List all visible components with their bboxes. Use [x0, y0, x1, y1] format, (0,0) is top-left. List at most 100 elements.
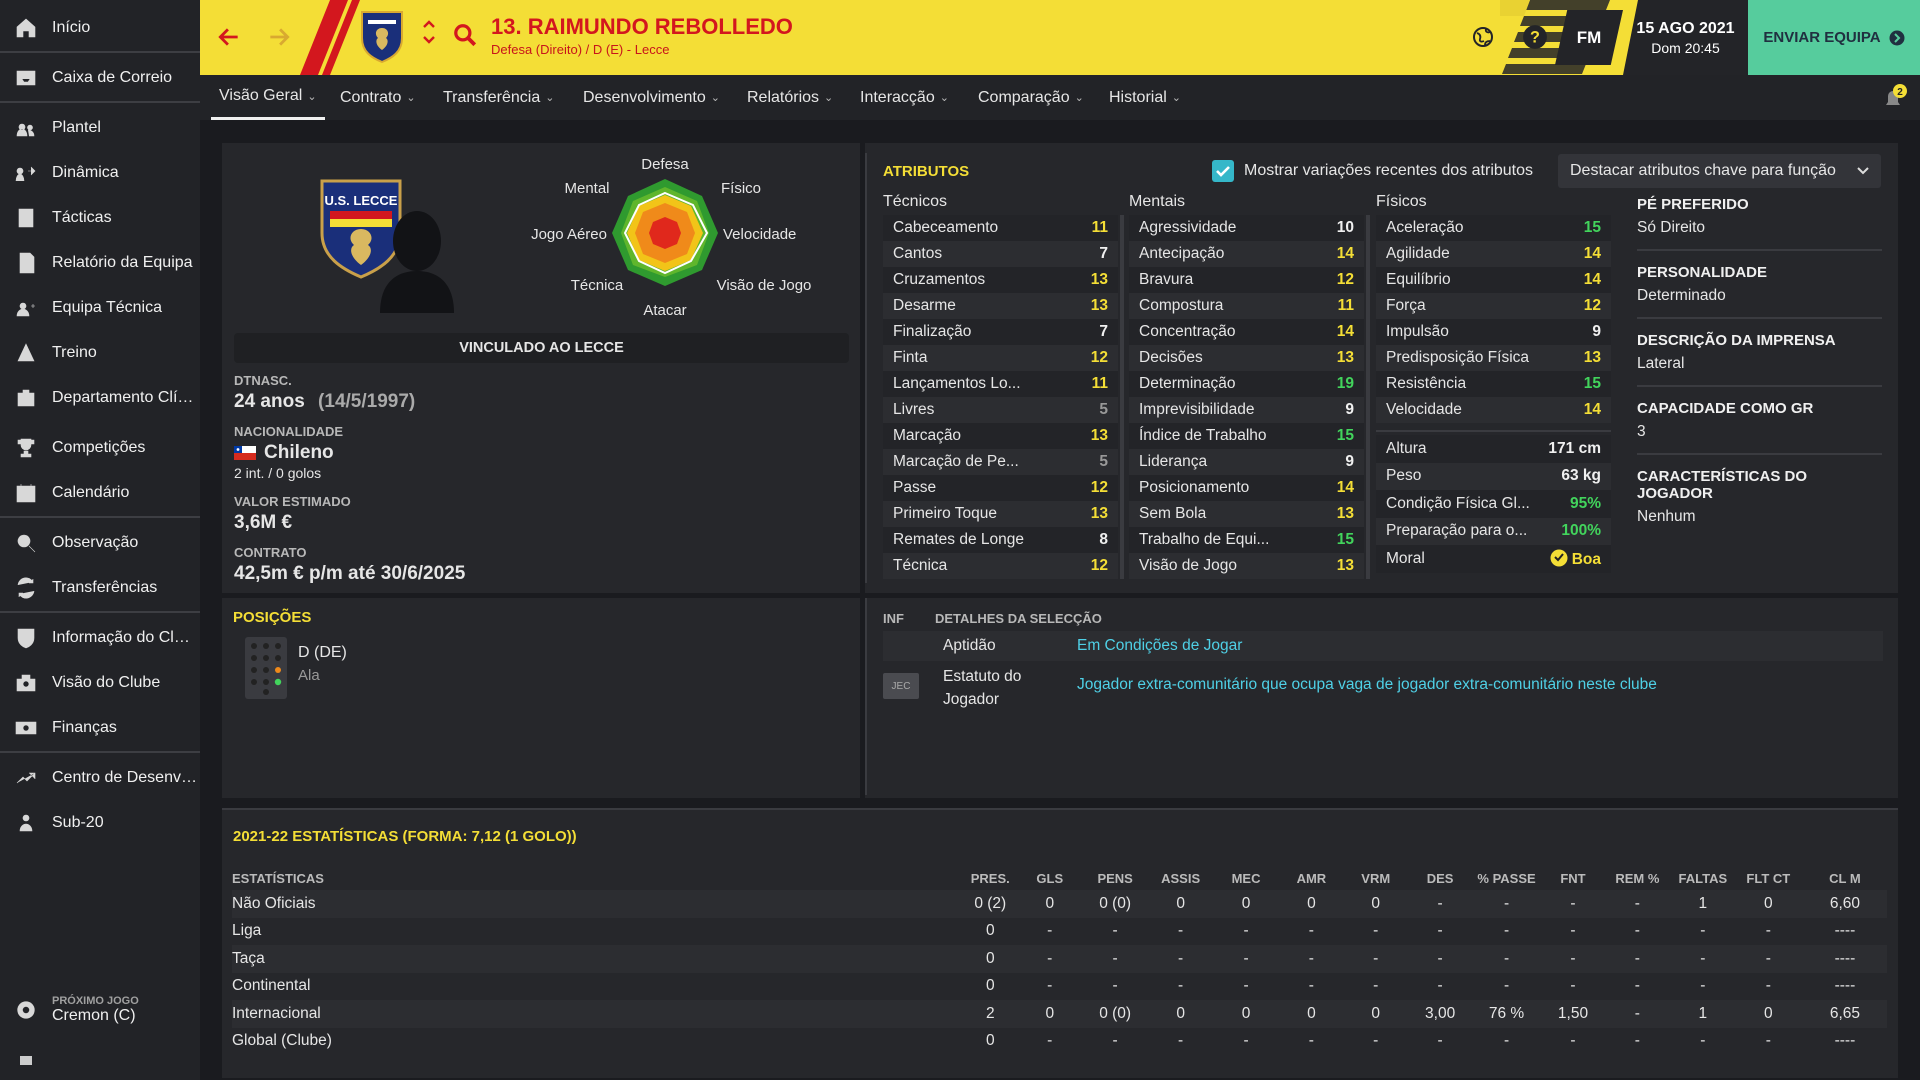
sidebar-item-transfers[interactable]: Transferências: [0, 568, 200, 608]
physical-detail-row[interactable]: Peso 63 kg: [1376, 462, 1611, 490]
attribute-row[interactable]: Velocidade 14: [1376, 397, 1611, 423]
sidebar-item-tactics[interactable]: Tácticas: [0, 198, 200, 238]
physical-detail-row[interactable]: Condição Física Gl... 95%: [1376, 490, 1611, 518]
sidebar-item-club-info[interactable]: Informação do Clube: [0, 618, 200, 658]
stats-row[interactable]: Global (Clube) 0- - - - - - - - - - - - ----: [232, 1028, 1887, 1056]
attribute-row[interactable]: Cantos 7: [883, 241, 1118, 267]
stats-column-header[interactable]: CL M: [1803, 866, 1887, 890]
stats-row[interactable]: Não Oficiais 0 (2) 0 0 (0) 0 0 0 0- - - -1 0 6,60: [232, 890, 1887, 918]
stats-column-header[interactable]: REM %: [1603, 866, 1672, 890]
attribute-row[interactable]: Índice de Trabalho 15: [1129, 423, 1364, 449]
back-arrow-icon[interactable]: [212, 20, 246, 54]
stats-column-header[interactable]: FALTAS: [1672, 866, 1734, 890]
attribute-row[interactable]: Compostura 11: [1129, 293, 1364, 319]
attribute-row[interactable]: Antecipação 14: [1129, 241, 1364, 267]
tab-6[interactable]: Comparação ⌄: [970, 75, 1092, 120]
sidebar-item-club-vision[interactable]: Visão do Clube: [0, 663, 200, 703]
notification-bell-icon[interactable]: 2: [1878, 83, 1908, 113]
sidebar-item-development[interactable]: Centro de Desenvol...: [0, 758, 200, 798]
attribute-row[interactable]: Cruzamentos 13: [883, 267, 1118, 293]
attribute-row[interactable]: Liderança 9: [1129, 449, 1364, 475]
attribute-row[interactable]: Equilíbrio 14: [1376, 267, 1611, 293]
attribute-row[interactable]: Passe 12: [883, 475, 1118, 501]
stats-column-header[interactable]: VRM: [1341, 866, 1410, 890]
attribute-row[interactable]: Determinação 19: [1129, 371, 1364, 397]
tab-5[interactable]: Interacção ⌄: [852, 75, 957, 120]
sidebar-item-u20[interactable]: Sub-20: [0, 803, 200, 843]
stats-column-header[interactable]: MEC: [1210, 866, 1281, 890]
attribute-row[interactable]: Remates de Longe 8: [883, 527, 1118, 553]
stats-column-header[interactable]: % PASSE: [1470, 866, 1543, 890]
attribute-row[interactable]: Finalização 7: [883, 319, 1118, 345]
tab-2[interactable]: Transferência ⌄: [435, 75, 562, 120]
attribute-row[interactable]: Predisposição Física 13: [1376, 345, 1611, 371]
attribute-row[interactable]: Concentração 14: [1129, 319, 1364, 345]
stats-column-header[interactable]: GLS: [1020, 866, 1079, 890]
tab-0[interactable]: Visão Geral ⌄: [211, 75, 325, 120]
attribute-row[interactable]: Posicionamento 14: [1129, 475, 1364, 501]
stats-row[interactable]: Liga 0- - - - - - - - - - - - ----: [232, 918, 1887, 946]
tab-1[interactable]: Contrato ⌄: [332, 75, 424, 120]
stats-column-header[interactable]: DES: [1410, 866, 1469, 890]
attribute-row[interactable]: Marcação de Pe... 5: [883, 449, 1118, 475]
chevron-up-icon[interactable]: [422, 18, 436, 30]
stats-column-header[interactable]: PENS: [1079, 866, 1150, 890]
stats-column-header[interactable]: AMR: [1282, 866, 1341, 890]
attribute-row[interactable]: Trabalho de Equi... 15: [1129, 527, 1364, 553]
stats-column-header[interactable]: ASSIS: [1151, 866, 1211, 890]
attribute-row[interactable]: Primeiro Toque 13: [883, 501, 1118, 527]
sidebar-item-report[interactable]: Relatório da Equipa: [0, 243, 200, 283]
date-box[interactable]: 15 AGO 2021 Dom 20:45: [1623, 0, 1748, 75]
attribute-row[interactable]: Livres 5: [883, 397, 1118, 423]
physical-detail-row[interactable]: Preparação para o... 100%: [1376, 517, 1611, 545]
tab-4[interactable]: Relatórios ⌄: [739, 75, 841, 120]
nationality-value[interactable]: Chileno: [264, 442, 334, 464]
physical-detail-row[interactable]: Moral Boa: [1376, 545, 1611, 573]
show-changes-toggle[interactable]: Mostrar variações recentes dos atributos: [1212, 160, 1533, 182]
sidebar-item-medical[interactable]: Departamento Clíni...: [0, 378, 200, 418]
attribute-row[interactable]: Resistência 15: [1376, 371, 1611, 397]
sidebar-item-finances[interactable]: Finanças: [0, 708, 200, 748]
attribute-row[interactable]: Imprevisibilidade 9: [1129, 397, 1364, 423]
forward-arrow-icon[interactable]: [262, 20, 296, 54]
attribute-row[interactable]: Sem Bola 13: [1129, 501, 1364, 527]
attribute-row[interactable]: Impulsão 9: [1376, 319, 1611, 345]
stats-column-header[interactable]: ESTATÍSTICAS: [232, 866, 960, 890]
status-value[interactable]: Jogador extra-comunitário que ocupa vaga…: [1077, 676, 1657, 694]
attribute-row[interactable]: Desarme 13: [883, 293, 1118, 319]
highlight-role-dropdown[interactable]: Destacar atributos chave para função: [1558, 154, 1881, 188]
sidebar-item-scouting[interactable]: Observação: [0, 523, 200, 563]
sidebar-item-calendar[interactable]: Calendário: [0, 473, 200, 513]
stats-column-header[interactable]: PRES.: [960, 866, 1020, 890]
attribute-row[interactable]: Aceleração 15: [1376, 215, 1611, 241]
attribute-row[interactable]: Marcação 13: [883, 423, 1118, 449]
stats-row[interactable]: Internacional 2 0 0 (0) 0 0 0 0 3,00 76 % 1,50-1 0 6…: [232, 1000, 1887, 1028]
stats-row[interactable]: Continental 0- - - - - - - - - - - - ----: [232, 973, 1887, 1001]
attribute-row[interactable]: Lançamentos Lo... 11: [883, 371, 1118, 397]
help-icon[interactable]: ?: [1520, 22, 1550, 52]
sidebar-item-inbox[interactable]: Caixa de Correio: [0, 58, 200, 98]
send-team-button[interactable]: ENVIAR EQUIPA: [1748, 0, 1920, 75]
collapse-sidebar-icon[interactable]: [20, 1056, 32, 1065]
search-icon[interactable]: [452, 22, 478, 53]
player-switch-arrows[interactable]: [422, 18, 436, 46]
chevron-down-icon[interactable]: [422, 34, 436, 46]
fitness-value[interactable]: Em Condições de Jogar: [1077, 637, 1242, 655]
attribute-row[interactable]: Decisões 13: [1129, 345, 1364, 371]
sidebar-item-trophy[interactable]: Competições: [0, 428, 200, 468]
attribute-row[interactable]: Técnica 12: [883, 553, 1118, 579]
attribute-row[interactable]: Finta 12: [883, 345, 1118, 371]
sidebar-item-squad[interactable]: Plantel: [0, 108, 200, 148]
stats-column-header[interactable]: FNT: [1543, 866, 1602, 890]
attribute-row[interactable]: Agressividade 10: [1129, 215, 1364, 241]
stats-column-header[interactable]: FLT CT: [1734, 866, 1803, 890]
attribute-row[interactable]: Bravura 12: [1129, 267, 1364, 293]
attribute-row[interactable]: Cabeceamento 11: [883, 215, 1118, 241]
attribute-row[interactable]: Agilidade 14: [1376, 241, 1611, 267]
physical-detail-row[interactable]: Altura 171 cm: [1376, 435, 1611, 463]
stats-row[interactable]: Taça 0- - - - - - - - - - - - ----: [232, 945, 1887, 973]
tab-3[interactable]: Desenvolvimento ⌄: [575, 75, 728, 120]
checkbox-checked-icon[interactable]: [1212, 160, 1234, 182]
attribute-row[interactable]: Visão de Jogo 13: [1129, 553, 1364, 579]
sidebar-item-training[interactable]: Treino: [0, 333, 200, 373]
